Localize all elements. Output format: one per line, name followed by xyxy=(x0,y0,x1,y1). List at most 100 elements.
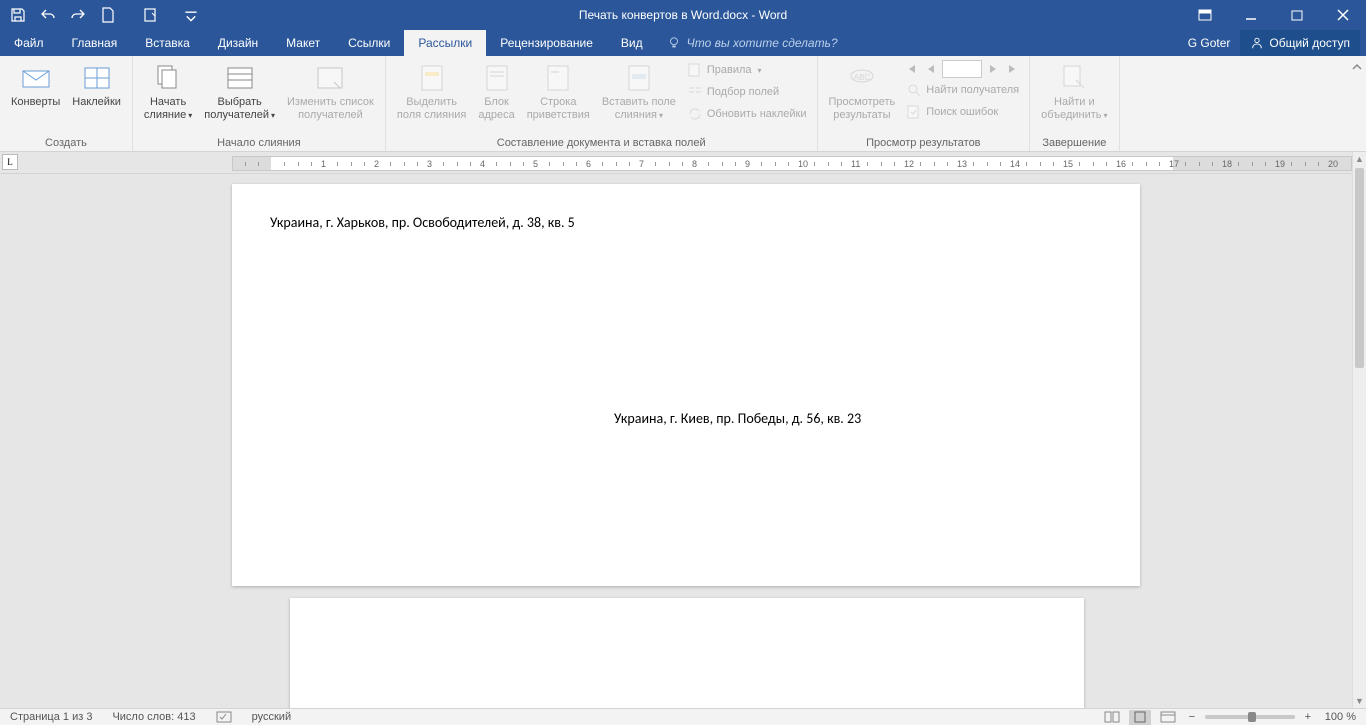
tab-references[interactable]: Ссылки xyxy=(334,30,404,56)
qat-customize-button[interactable] xyxy=(184,1,198,29)
record-nav xyxy=(902,60,1023,78)
maximize-button[interactable] xyxy=(1274,0,1320,30)
finish-merge-button: Найти иобъединить▾ xyxy=(1036,60,1112,124)
status-bar: Страница 1 из 3 Число слов: 413 русский … xyxy=(0,708,1366,725)
language-indicator[interactable]: русский xyxy=(242,711,301,723)
next-record-button xyxy=(984,60,1002,78)
scroll-up-button[interactable]: ▲ xyxy=(1353,152,1366,166)
zoom-level[interactable]: 100 % xyxy=(1321,711,1360,723)
edit-list-icon xyxy=(314,62,346,94)
greeting-line-button: Строкаприветствия xyxy=(522,60,595,124)
print-layout-button[interactable] xyxy=(1129,710,1151,725)
ribbon-display-button[interactable] xyxy=(1182,0,1228,30)
undo-button[interactable] xyxy=(34,1,62,29)
group-finish: Найти иобъединить▾ Завершение xyxy=(1030,56,1119,151)
address-block-button: Блокадреса xyxy=(473,60,519,124)
share-icon xyxy=(1250,36,1264,50)
check-errors-button: Поиск ошибок xyxy=(902,102,1023,122)
touch-mode-button[interactable] xyxy=(136,1,164,29)
new-doc-button[interactable] xyxy=(94,1,122,29)
labels-icon xyxy=(81,62,113,94)
envelopes-button[interactable]: Конверты xyxy=(6,60,65,111)
word-count[interactable]: Число слов: 413 xyxy=(102,711,205,723)
finish-label: Найти иобъединить▾ xyxy=(1041,96,1107,122)
tab-layout[interactable]: Макет xyxy=(272,30,334,56)
proofing-button[interactable] xyxy=(206,710,242,724)
zoom-slider[interactable] xyxy=(1205,715,1295,719)
group-create: Конверты Наклейки Создать xyxy=(0,56,133,151)
group-preview: ABC Просмотретьрезультаты Найти получате… xyxy=(818,56,1031,151)
collapse-ribbon-button[interactable] xyxy=(1348,56,1366,151)
tab-view[interactable]: Вид xyxy=(607,30,657,56)
scroll-down-button[interactable]: ▼ xyxy=(1353,694,1366,708)
user-name[interactable]: G Goter xyxy=(1188,36,1231,50)
envelopes-label: Конверты xyxy=(11,96,60,109)
rules-label: Правила xyxy=(707,64,752,76)
zoom-thumb[interactable] xyxy=(1248,712,1256,722)
page-2[interactable] xyxy=(290,598,1084,708)
sender-address[interactable]: Украина, г. Харьков, пр. Освободителей, … xyxy=(270,214,575,231)
horizontal-ruler[interactable]: 11234567891011121314151617181920 xyxy=(232,156,1352,171)
print-layout-icon xyxy=(1133,711,1147,723)
preview-results-button: ABC Просмотретьрезультаты xyxy=(824,60,901,124)
read-mode-button[interactable] xyxy=(1101,710,1123,725)
recipients-icon xyxy=(224,62,256,94)
greeting-icon xyxy=(542,62,574,94)
update-labels-icon xyxy=(687,106,703,122)
tab-insert[interactable]: Вставка xyxy=(131,30,204,56)
find-recipient-button: Найти получателя xyxy=(902,80,1023,100)
zoom-in-button[interactable]: + xyxy=(1301,711,1315,723)
tell-me-search[interactable]: Что вы хотите сделать? xyxy=(657,30,848,56)
title-bar: Печать конвертов в Word.docx - Word xyxy=(0,0,1366,30)
close-button[interactable] xyxy=(1320,0,1366,30)
redo-button[interactable] xyxy=(64,1,92,29)
web-layout-icon xyxy=(1160,711,1176,723)
tab-design[interactable]: Дизайн xyxy=(204,30,272,56)
match-label: Подбор полей xyxy=(707,86,779,98)
group-preview-label: Просмотр результатов xyxy=(824,136,1024,149)
tab-home[interactable]: Главная xyxy=(58,30,132,56)
labels-button[interactable]: Наклейки xyxy=(67,60,126,111)
start-merge-button[interactable]: Начатьслияние▾ xyxy=(139,60,197,124)
preview-icon: ABC xyxy=(846,62,878,94)
highlight-label: Выделитьполя слияния xyxy=(397,96,466,122)
page-1[interactable]: Украина, г. Харьков, пр. Освободителей, … xyxy=(232,184,1140,586)
save-button[interactable] xyxy=(4,1,32,29)
scroll-thumb[interactable] xyxy=(1355,168,1364,368)
select-recipients-button[interactable]: Выбратьполучателей▾ xyxy=(199,60,280,124)
tab-file[interactable]: Файл xyxy=(0,30,58,56)
select-recipients-label: Выбратьполучателей▾ xyxy=(204,96,275,122)
check-errors-label: Поиск ошибок xyxy=(926,106,998,118)
tab-mailings[interactable]: Рассылки xyxy=(404,30,486,56)
minimize-button[interactable] xyxy=(1228,0,1274,30)
finish-icon xyxy=(1058,62,1090,94)
find-icon xyxy=(906,82,922,98)
find-recipient-label: Найти получателя xyxy=(926,84,1019,96)
address-block-label: Блокадреса xyxy=(478,96,514,122)
page-indicator[interactable]: Страница 1 из 3 xyxy=(0,711,102,723)
tab-selector[interactable]: L xyxy=(2,154,18,170)
zoom-out-button[interactable]: − xyxy=(1185,711,1199,723)
insert-field-label: Вставить полеслияния▾ xyxy=(602,96,676,122)
group-write-label: Составление документа и вставка полей xyxy=(392,136,811,149)
ruler-ticks: 11234567891011121314151617181920 xyxy=(233,157,1351,170)
recipient-address[interactable]: Украина, г. Киев, пр. Победы, д. 56, кв.… xyxy=(614,410,861,427)
chevron-up-icon xyxy=(1352,62,1362,72)
share-label: Общий доступ xyxy=(1269,36,1350,50)
envelope-icon xyxy=(20,62,52,94)
update-labels-button: Обновить наклейки xyxy=(683,104,811,124)
vertical-scrollbar[interactable]: ▲ ▼ xyxy=(1352,152,1366,708)
share-button[interactable]: Общий доступ xyxy=(1240,30,1360,56)
group-finish-label: Завершение xyxy=(1036,136,1112,149)
update-labels-label: Обновить наклейки xyxy=(707,108,807,120)
record-number-input xyxy=(942,60,982,78)
document-area[interactable]: Украина, г. Харьков, пр. Освободителей, … xyxy=(0,174,1352,708)
edit-recipients-button: Изменить списокполучателей xyxy=(282,60,379,124)
web-layout-button[interactable] xyxy=(1157,710,1179,725)
tab-review[interactable]: Рецензирование xyxy=(486,30,607,56)
group-start-merge: Начатьслияние▾ Выбратьполучателей▾ Измен… xyxy=(133,56,386,151)
match-fields-button: Подбор полей xyxy=(683,82,811,102)
read-mode-icon xyxy=(1104,711,1120,723)
group-write-insert: Выделитьполя слияния Блокадреса Строкапр… xyxy=(386,56,818,151)
greeting-label: Строкаприветствия xyxy=(527,96,590,122)
